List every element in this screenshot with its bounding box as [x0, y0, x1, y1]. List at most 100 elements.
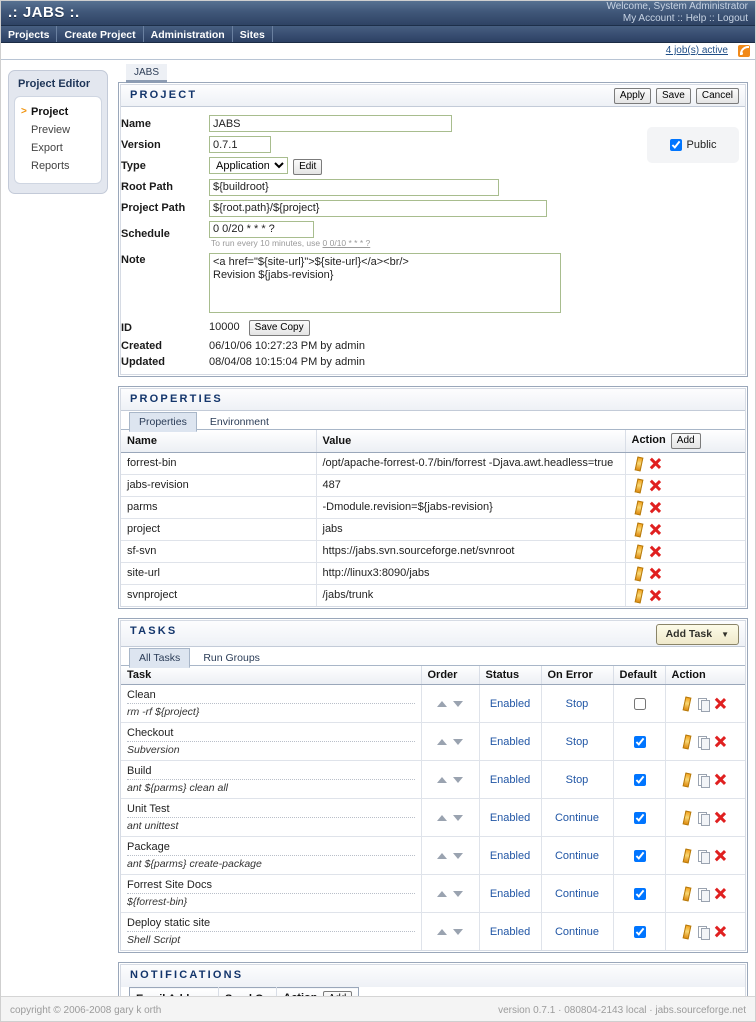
- task-default-checkbox[interactable]: [633, 925, 646, 938]
- edit-icon[interactable]: [680, 925, 693, 938]
- edit-icon[interactable]: [680, 887, 693, 900]
- edit-icon[interactable]: [632, 523, 645, 536]
- task-status-link[interactable]: Enabled: [490, 850, 530, 862]
- sidebar-item-export[interactable]: Export: [15, 139, 101, 157]
- edit-icon[interactable]: [680, 697, 693, 710]
- copy-icon[interactable]: [697, 735, 710, 750]
- move-down-icon[interactable]: [453, 700, 463, 707]
- schedule-hint-link[interactable]: 0 0/10 * * * ?: [323, 238, 371, 248]
- edit-icon[interactable]: [632, 567, 645, 580]
- edit-icon[interactable]: [680, 849, 693, 862]
- menu-item-create-project[interactable]: Create Project: [57, 26, 144, 42]
- edit-icon[interactable]: [632, 501, 645, 514]
- move-up-icon[interactable]: [437, 776, 447, 783]
- sidebar-item-preview[interactable]: Preview: [15, 121, 101, 139]
- subtab-environment[interactable]: Environment: [200, 412, 279, 431]
- delete-icon[interactable]: [649, 589, 662, 602]
- copy-icon[interactable]: [697, 773, 710, 788]
- delete-icon[interactable]: [714, 849, 727, 862]
- edit-icon[interactable]: [680, 773, 693, 786]
- subtab-run-groups[interactable]: Run Groups: [193, 648, 270, 667]
- cancel-button[interactable]: Cancel: [695, 88, 739, 104]
- save-button[interactable]: Save: [656, 88, 691, 104]
- task-status-link[interactable]: Enabled: [490, 736, 530, 748]
- delete-icon[interactable]: [649, 457, 662, 470]
- task-default-checkbox[interactable]: [633, 735, 646, 748]
- delete-icon[interactable]: [714, 697, 727, 710]
- task-status-link[interactable]: Enabled: [490, 812, 530, 824]
- tab-jabs[interactable]: JABS: [126, 64, 168, 83]
- move-down-icon[interactable]: [453, 890, 463, 897]
- rss-icon[interactable]: [738, 45, 750, 57]
- task-default-checkbox[interactable]: [633, 697, 646, 710]
- task-status-link[interactable]: Enabled: [490, 774, 530, 786]
- delete-icon[interactable]: [649, 501, 662, 514]
- sidebar-item-reports[interactable]: Reports: [15, 157, 101, 175]
- delete-icon[interactable]: [649, 545, 662, 558]
- apply-button[interactable]: Apply: [613, 88, 651, 104]
- sidebar-item-project[interactable]: > Project: [15, 103, 101, 121]
- delete-icon[interactable]: [649, 479, 662, 492]
- menu-item-projects[interactable]: Projects: [0, 26, 58, 42]
- delete-icon[interactable]: [714, 925, 727, 938]
- task-on-error-link[interactable]: Stop: [566, 736, 589, 748]
- task-default-checkbox[interactable]: [633, 849, 646, 862]
- task-status-link[interactable]: Enabled: [490, 698, 530, 710]
- edit-icon[interactable]: [680, 735, 693, 748]
- move-up-icon[interactable]: [437, 700, 447, 707]
- move-up-icon[interactable]: [437, 738, 447, 745]
- edit-icon[interactable]: [632, 545, 645, 558]
- delete-icon[interactable]: [649, 523, 662, 536]
- move-up-icon[interactable]: [437, 928, 447, 935]
- menu-item-sites[interactable]: Sites: [233, 26, 273, 42]
- project-path-input[interactable]: [209, 199, 547, 217]
- root-path-input[interactable]: [209, 178, 499, 196]
- copy-icon[interactable]: [697, 887, 710, 902]
- name-input[interactable]: [209, 115, 452, 132]
- task-on-error-link[interactable]: Continue: [555, 812, 599, 824]
- my-account-link[interactable]: My Account: [623, 13, 675, 24]
- move-down-icon[interactable]: [453, 852, 463, 859]
- edit-icon[interactable]: [680, 811, 693, 824]
- task-default-checkbox[interactable]: [633, 887, 646, 900]
- note-textarea[interactable]: <a href="${site-url}">${site-url}</a><br…: [209, 252, 561, 313]
- move-down-icon[interactable]: [453, 776, 463, 783]
- property-add-button[interactable]: Add: [670, 432, 701, 449]
- delete-icon[interactable]: [714, 887, 727, 900]
- delete-icon[interactable]: [714, 773, 727, 786]
- add-task-button[interactable]: Add Task ▼: [655, 623, 739, 645]
- task-on-error-link[interactable]: Continue: [555, 850, 599, 862]
- copy-icon[interactable]: [697, 925, 710, 940]
- menu-item-administration[interactable]: Administration: [144, 26, 233, 42]
- subtab-properties[interactable]: Properties: [129, 411, 197, 432]
- move-down-icon[interactable]: [453, 814, 463, 821]
- edit-icon[interactable]: [632, 457, 645, 470]
- task-default-checkbox[interactable]: [633, 811, 646, 824]
- type-edit-button[interactable]: Edit: [293, 158, 323, 175]
- active-jobs-link[interactable]: 4 job(s) active: [666, 45, 728, 56]
- schedule-input[interactable]: [209, 220, 314, 238]
- task-status-link[interactable]: Enabled: [490, 888, 530, 900]
- copy-icon[interactable]: [697, 811, 710, 826]
- delete-icon[interactable]: [649, 567, 662, 580]
- edit-icon[interactable]: [632, 479, 645, 492]
- task-default-checkbox[interactable]: [633, 773, 646, 786]
- move-down-icon[interactable]: [453, 738, 463, 745]
- help-link[interactable]: Help: [686, 13, 707, 24]
- task-on-error-link[interactable]: Stop: [566, 698, 589, 710]
- copy-icon[interactable]: [697, 849, 710, 864]
- move-down-icon[interactable]: [453, 928, 463, 935]
- move-up-icon[interactable]: [437, 814, 447, 821]
- move-up-icon[interactable]: [437, 852, 447, 859]
- task-on-error-link[interactable]: Continue: [555, 926, 599, 938]
- task-on-error-link[interactable]: Stop: [566, 774, 589, 786]
- task-status-link[interactable]: Enabled: [490, 926, 530, 938]
- public-checkbox[interactable]: [669, 139, 682, 151]
- copy-icon[interactable]: [697, 697, 710, 712]
- move-up-icon[interactable]: [437, 890, 447, 897]
- delete-icon[interactable]: [714, 735, 727, 748]
- logout-link[interactable]: Logout: [717, 13, 748, 24]
- edit-icon[interactable]: [632, 589, 645, 602]
- task-on-error-link[interactable]: Continue: [555, 888, 599, 900]
- delete-icon[interactable]: [714, 811, 727, 824]
